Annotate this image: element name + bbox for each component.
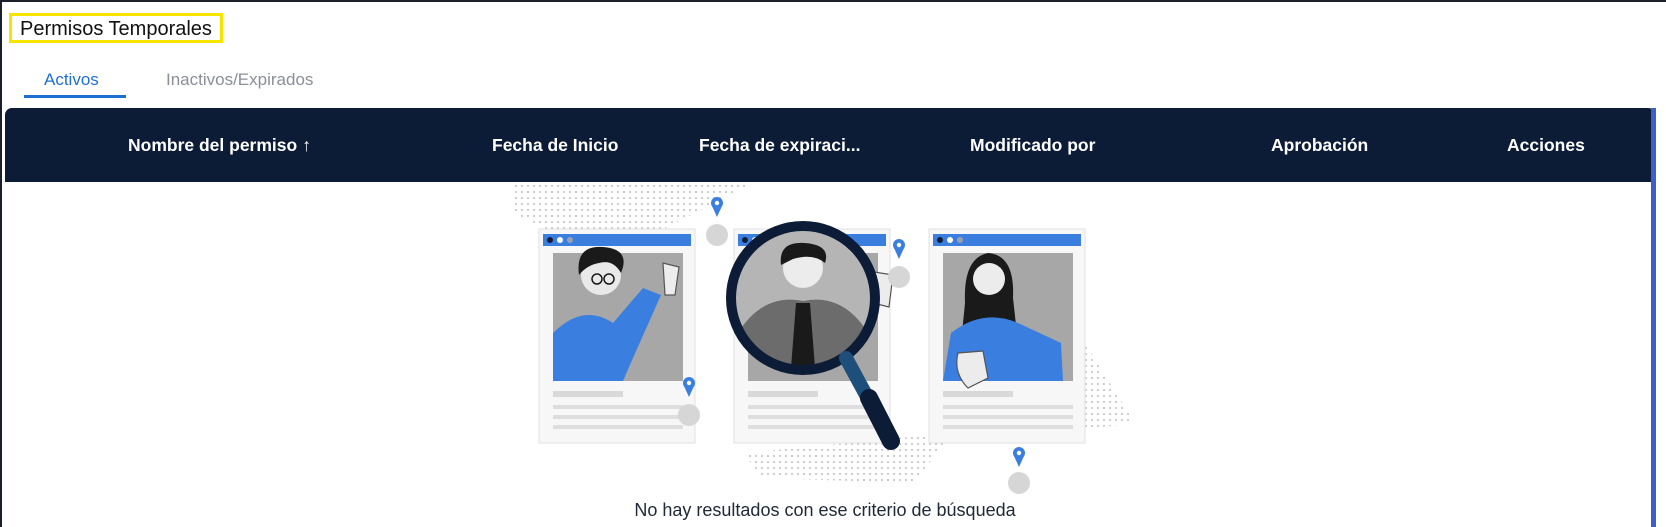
column-header-aprobacion[interactable]: Aprobación xyxy=(1271,108,1368,182)
tab-activos[interactable]: Activos xyxy=(44,70,99,90)
window-border-left xyxy=(0,0,2,527)
column-header-fecha-de-expiracion[interactable]: Fecha de expiraci... xyxy=(699,108,860,182)
table-header: Nombre del permiso ↑ Fecha de Inicio Fech… xyxy=(5,108,1655,182)
empty-state-illustration xyxy=(513,183,1135,494)
active-tab-indicator xyxy=(24,95,126,98)
empty-state-message: No hay resultados con ese criterio de bú… xyxy=(634,500,1016,520)
window-border-top xyxy=(0,0,1666,2)
profile-card-3 xyxy=(928,228,1086,444)
column-header-fecha-de-inicio[interactable]: Fecha de Inicio xyxy=(492,108,618,182)
arrow-up-icon: ↑ xyxy=(302,135,311,155)
location-pin-icon xyxy=(1008,447,1030,494)
location-pin-icon xyxy=(888,239,910,288)
column-label: Nombre del permiso xyxy=(128,135,298,155)
page-title: Permisos Temporales xyxy=(9,13,223,43)
column-header-modificado-por[interactable]: Modificado por xyxy=(970,108,1095,182)
profile-card-1 xyxy=(538,228,696,444)
column-header-nombre-del-permiso[interactable]: Nombre del permiso ↑ xyxy=(128,108,311,182)
column-header-acciones[interactable]: Acciones xyxy=(1507,108,1585,182)
tab-inactivos-expirados[interactable]: Inactivos/Expirados xyxy=(166,70,313,90)
vertical-scrollbar[interactable] xyxy=(1651,108,1656,527)
